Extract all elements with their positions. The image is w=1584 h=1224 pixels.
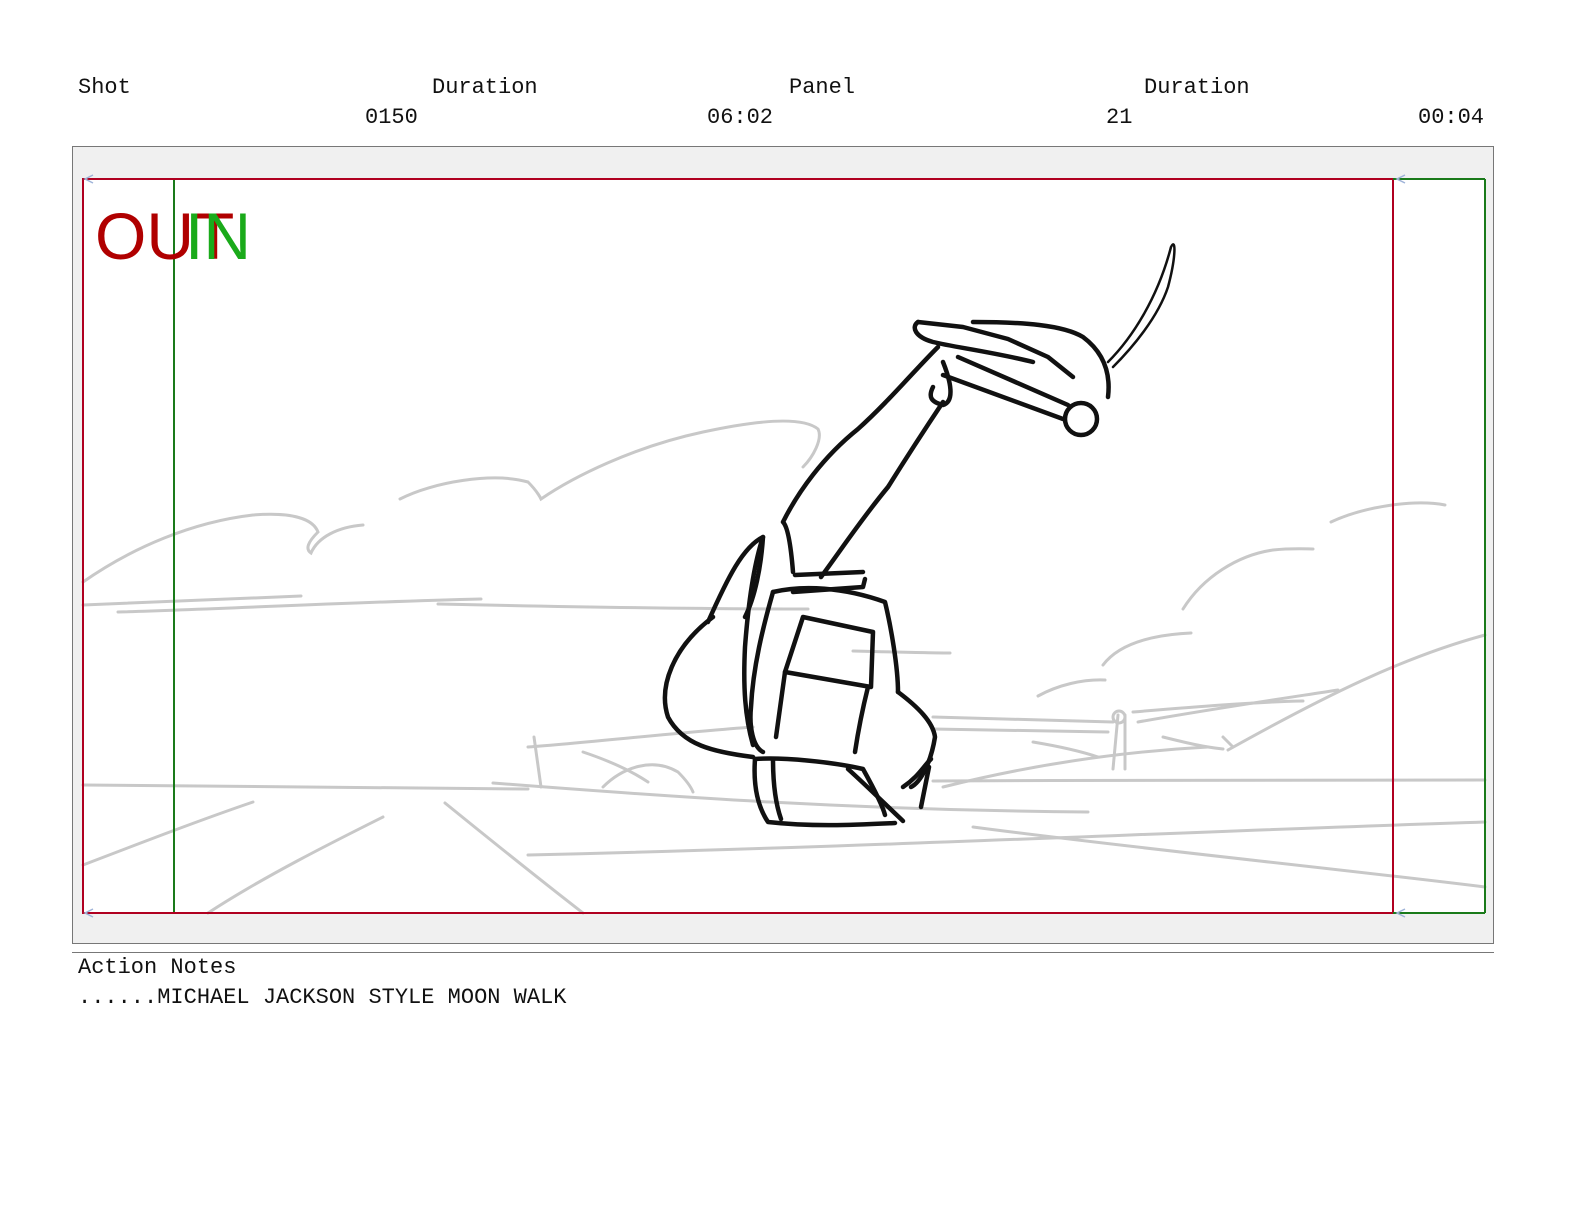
panel-duration: 00:04 — [1418, 105, 1485, 130]
shot-label: Shot — [78, 75, 131, 100]
storyboard-panel: OUT IN — [72, 146, 1494, 944]
action-notes-text: ......MICHAEL JACKSON STYLE MOON WALK — [78, 985, 567, 1010]
in-label: IN — [185, 199, 251, 273]
panel-duration-label: Duration — [1144, 75, 1250, 100]
panel-number: 21 — [1106, 105, 1133, 130]
panel-artwork — [81, 174, 1487, 918]
action-notes-label: Action Notes — [78, 955, 237, 980]
ground-line-right — [931, 778, 1487, 783]
shot-duration-label: Duration — [432, 75, 538, 100]
panel-label: Panel — [789, 75, 856, 100]
shot-number: 0150 — [365, 105, 418, 130]
shot-duration: 06:02 — [707, 105, 774, 130]
notes-divider — [72, 952, 1494, 953]
